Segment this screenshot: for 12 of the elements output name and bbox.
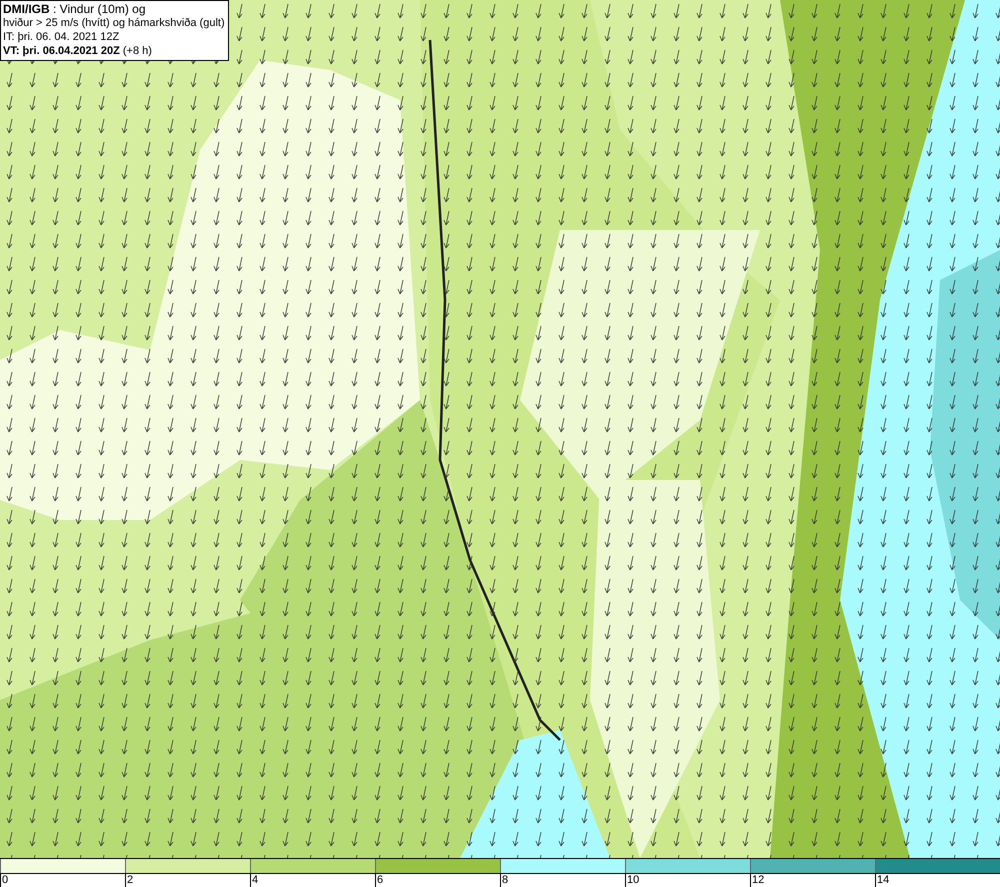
legend-tick-label: 12	[751, 874, 764, 886]
info-text: VT: þri. 06.04.2021 20Z (+8 h)	[3, 44, 153, 58]
info-text: DMI/IGB : Vindur (10m) og	[3, 2, 146, 16]
legend-tick-label: 6	[376, 874, 384, 886]
legend-tick-label: 8	[501, 874, 508, 886]
info-text: hviður > 25 m/s (hvítt) og hámarkshviða (gult)	[3, 16, 225, 30]
legend-tick-label: 4	[251, 874, 258, 886]
legend-tick-label: 14	[876, 874, 890, 886]
legend-tick-label: 0	[1, 874, 8, 886]
legend-tick-label: 2	[126, 874, 134, 886]
legend-tick-label: 10	[626, 874, 640, 886]
info-text: IT: þri. 06. 04. 2021 12Z	[3, 30, 120, 44]
